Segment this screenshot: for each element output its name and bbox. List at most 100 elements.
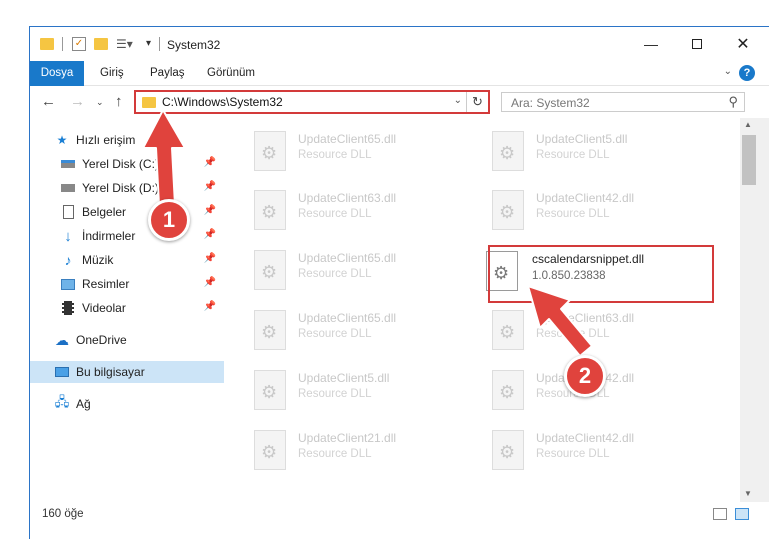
pin-icon[interactable]: 📌 xyxy=(204,301,216,312)
search-input[interactable]: Ara: System32 ⚲ xyxy=(501,92,745,112)
file-name: UpdateClient65.dll xyxy=(298,251,397,265)
folder-icon xyxy=(142,97,156,108)
close-icon: ✕ xyxy=(736,36,750,53)
file-name: UpdateClient65.dll xyxy=(298,132,397,146)
list-item[interactable]: ⚙ UpdateClient42.dll Resource DLL xyxy=(464,420,684,476)
music-icon: ♪ xyxy=(64,252,72,268)
star-icon: ★ xyxy=(56,133,68,147)
minimize-button[interactable]: — xyxy=(628,27,674,61)
list-item[interactable]: ⚙ UpdateClient42.dll Resource DLL xyxy=(464,180,684,236)
address-bar[interactable]: C:\Windows\System32 ⌄ ↻ xyxy=(134,90,490,114)
gear-icon: ⚙ xyxy=(261,322,278,342)
file-description: Resource DLL xyxy=(536,149,610,161)
pin-icon[interactable]: 📌 xyxy=(204,157,216,168)
pin-icon[interactable]: 📌 xyxy=(204,277,216,288)
file-name: UpdateClient65.dll xyxy=(298,311,397,325)
file-description: Resource DLL xyxy=(298,208,372,220)
pin-icon[interactable]: 📌 xyxy=(204,253,216,264)
list-item[interactable]: ⚙ UpdateClient65.dll Resource DLL xyxy=(226,300,446,356)
sidebar-item-resimler[interactable]: Resimler 📌 xyxy=(30,273,224,295)
file-name: UpdateClient42.dll xyxy=(536,431,635,445)
chevron-down-icon[interactable]: ⌄ xyxy=(724,66,732,77)
sidebar-item-videolar[interactable]: Videolar 📌 xyxy=(30,297,224,319)
gear-icon: ⚙ xyxy=(261,382,278,402)
recent-locations-chevron-icon[interactable]: ⌄ xyxy=(96,97,104,108)
pin-icon[interactable]: 📌 xyxy=(204,181,216,192)
gear-icon: ⚙ xyxy=(499,202,516,222)
customize-toolbar-icon[interactable]: ☰▾ xyxy=(116,37,133,53)
list-item[interactable]: ⚙ UpdateClient21.dll Resource DLL xyxy=(226,420,446,476)
file-description: Resource DLL xyxy=(536,208,610,220)
sidebar-item-belgeler[interactable]: Belgeler 📌 xyxy=(30,201,224,223)
close-button[interactable]: ✕ xyxy=(720,27,766,61)
sidebar-item-onedrive[interactable]: ☁ OneDrive xyxy=(30,329,224,351)
gear-icon: ⚙ xyxy=(261,442,278,462)
file-description: Resource DLL xyxy=(536,448,610,460)
search-icon[interactable]: ⚲ xyxy=(728,94,738,110)
gear-icon: ⚙ xyxy=(499,143,516,163)
sidebar-item-bu-bilgisayar[interactable]: Bu bilgisayar xyxy=(30,361,224,383)
list-item[interactable]: ⚙ UpdateClient65.dll Resource DLL xyxy=(226,121,446,177)
item-count: 160 öğe xyxy=(42,508,84,520)
list-item[interactable]: ⚙ UpdateClient63.dll Resource DLL xyxy=(226,180,446,236)
properties-icon[interactable]: ✓ xyxy=(72,37,86,51)
chevron-down-icon[interactable]: ⌄ xyxy=(454,95,462,106)
sidebar-item-label: Videolar xyxy=(82,301,126,315)
sidebar-item-ag[interactable]: 🖧 Ağ xyxy=(30,393,224,415)
pin-icon[interactable]: 📌 xyxy=(204,205,216,216)
minimize-icon: — xyxy=(644,36,658,52)
file-name: UpdateClient42.dll xyxy=(536,191,635,205)
tab-gorunum[interactable]: Görünüm xyxy=(197,61,265,86)
drive-icon xyxy=(60,157,76,171)
sidebar-item-muzik[interactable]: ♪ Müzik 📌 xyxy=(30,249,224,271)
list-item[interactable]: ⚙ UpdateClient63.dll Resource DLL xyxy=(464,300,684,356)
maximize-icon xyxy=(692,39,702,49)
details-view-icon[interactable] xyxy=(713,508,727,520)
sidebar-item-label: Resimler xyxy=(82,277,130,291)
help-button[interactable]: ? xyxy=(739,65,755,81)
scroll-down-icon[interactable]: ▼ xyxy=(744,489,752,498)
gear-icon: ⚙ xyxy=(499,382,516,402)
gear-icon: ⚙ xyxy=(261,202,278,222)
back-arrow-icon[interactable]: ← xyxy=(41,93,56,110)
list-item[interactable]: ⚙ UpdateClient65.dll Resource DLL xyxy=(226,240,446,296)
ribbon: Dosya Giriş Paylaş Görünüm ⌄ ? xyxy=(30,61,769,117)
file-name: UpdateClient63.dll xyxy=(536,311,635,325)
sidebar-item-indirmeler[interactable]: ↓ İndirmeler 📌 xyxy=(30,225,224,247)
list-item[interactable]: ⚙ UpdateClient5.dll Resource DLL xyxy=(226,360,446,416)
quick-access-dropdown-icon[interactable]: ▾ xyxy=(146,38,151,54)
maximize-button[interactable] xyxy=(674,27,720,61)
highlight-box xyxy=(488,245,714,303)
file-list: ⚙ UpdateClient65.dll Resource DLL ⚙ Upda… xyxy=(226,118,740,502)
up-arrow-icon[interactable]: ↑ xyxy=(115,93,123,110)
sidebar-item-label: Bu bilgisayar xyxy=(76,365,145,379)
sidebar-item-hizli-erisim[interactable]: ★ Hızlı erişim xyxy=(30,129,224,151)
scroll-up-icon[interactable]: ▲ xyxy=(744,120,752,129)
picture-icon xyxy=(60,277,76,291)
folder-icon[interactable] xyxy=(40,38,54,50)
list-item[interactable]: ⚙ UpdateClient5.dll Resource DLL xyxy=(464,121,684,177)
address-path[interactable]: C:\Windows\System32 xyxy=(162,95,283,109)
sidebar-item-label: Yerel Disk (D:) xyxy=(82,181,159,195)
tab-paylas[interactable]: Paylaş xyxy=(140,61,195,86)
file-name: UpdateClient63.dll xyxy=(298,191,397,205)
pin-icon[interactable]: 📌 xyxy=(204,229,216,240)
gear-icon: ⚙ xyxy=(261,143,278,163)
forward-arrow-icon[interactable]: → xyxy=(70,93,85,110)
sidebar-item-label: Hızlı erişim xyxy=(76,133,136,147)
gear-icon: ⚙ xyxy=(499,442,516,462)
sidebar-item-label: Yerel Disk (C:) xyxy=(82,157,159,171)
scrollbar-thumb[interactable] xyxy=(742,135,756,185)
refresh-icon[interactable]: ↻ xyxy=(466,92,488,112)
sidebar-item-label: Müzik xyxy=(82,253,114,267)
navigation-bar: ← → ⌄ ↑ C:\Windows\System32 ⌄ ↻ Ara: Sys… xyxy=(30,86,769,118)
navigation-pane: ★ Hızlı erişim Yerel Disk (C:) 📌 Yerel D… xyxy=(30,118,226,502)
sidebar-item-label: İndirmeler xyxy=(82,229,136,243)
sidebar-item-yerel-disk-d[interactable]: Yerel Disk (D:) 📌 xyxy=(30,177,224,199)
sidebar-item-yerel-disk-c[interactable]: Yerel Disk (C:) 📌 xyxy=(30,153,224,175)
large-icons-view-icon[interactable] xyxy=(735,508,749,520)
file-name: UpdateClient5.dll xyxy=(298,371,390,385)
new-folder-icon[interactable] xyxy=(94,38,108,50)
window-title: System32 xyxy=(167,38,221,52)
tab-giris[interactable]: Giriş xyxy=(90,61,134,86)
